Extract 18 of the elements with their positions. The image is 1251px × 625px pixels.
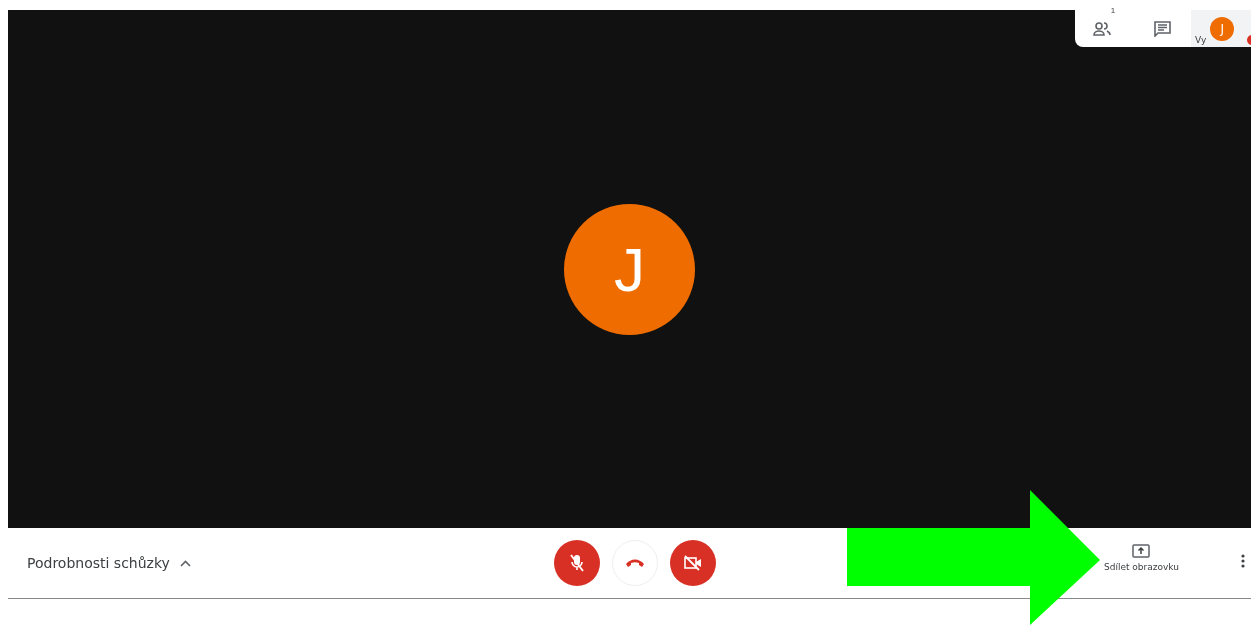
share-screen-button[interactable]: Sdílet obrazovku (1104, 544, 1179, 572)
chevron-icon (179, 559, 191, 567)
participant-avatar: J (564, 203, 695, 335)
hang-up-icon (625, 558, 645, 568)
meeting-details-button[interactable]: Podrobnosti schůzky (27, 555, 191, 571)
muted-microphone-icon (569, 554, 585, 572)
more-icon (1241, 554, 1245, 568)
participants-button[interactable]: 1 (1075, 10, 1133, 47)
chat-icon (1153, 20, 1171, 37)
people-icon (1092, 21, 1111, 36)
camera-button[interactable] (670, 540, 716, 586)
mic-button[interactable] (554, 540, 600, 586)
self-avatar: J (1210, 16, 1235, 41)
more-options-button[interactable] (1241, 554, 1245, 568)
present-screen-icon (1132, 544, 1151, 558)
self-label: Vy (1195, 35, 1207, 45)
camera-off-icon (683, 555, 703, 571)
hang-up-button[interactable] (612, 540, 658, 586)
